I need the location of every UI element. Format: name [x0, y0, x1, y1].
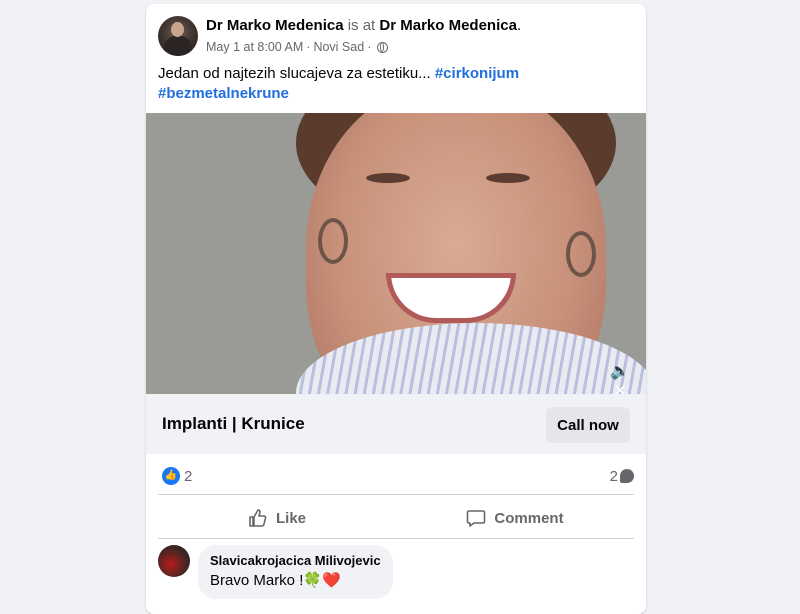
comment-bubble-icon — [620, 469, 634, 483]
cta-bar: Implanti | Krunice Call now — [146, 394, 646, 454]
comment-item: Slavicakrojacica Milivojevic Bravo Marko… — [158, 545, 634, 605]
heart-emoji: ❤️ — [322, 572, 341, 589]
period: . — [516, 17, 522, 34]
like-button[interactable]: Like — [158, 496, 396, 540]
action-bar: Like Comment — [158, 496, 634, 540]
meta-separator: · — [367, 40, 372, 54]
location-name[interactable]: Dr Marko Medenica — [379, 17, 517, 34]
hashtag-cirkonijum[interactable]: #cirkonijum — [435, 65, 519, 82]
post-place[interactable]: Novi Sad — [313, 40, 364, 54]
thumbs-up-icon — [249, 509, 267, 527]
globe-icon[interactable] — [377, 42, 389, 53]
comment-icon — [467, 510, 486, 527]
video-frame-earring — [318, 218, 348, 264]
divider — [158, 494, 634, 495]
at-text: is at — [347, 17, 376, 34]
like-label: Like — [275, 509, 306, 527]
comment-bubble: Slavicakrojacica Milivojevic Bravo Marko… — [198, 545, 393, 599]
meta-separator: · — [306, 40, 311, 54]
author-name[interactable]: Dr Marko Medenica — [206, 17, 344, 34]
post-card: Dr Marko Medenica is at Dr Marko Medenic… — [146, 4, 646, 614]
author-avatar[interactable] — [158, 16, 198, 56]
post-timestamp[interactable]: May 1 at 8:00 AM — [206, 40, 303, 54]
like-reaction-icon[interactable]: 👍 — [162, 467, 180, 485]
video-frame-eye — [366, 173, 410, 183]
video-frame-earring — [566, 231, 596, 277]
clover-emoji: 🍀 — [303, 572, 323, 589]
call-now-button[interactable]: Call now — [546, 407, 630, 443]
comment-text-line: Bravo Marko !🍀❤️ — [210, 571, 381, 591]
post-header: Dr Marko Medenica is at Dr Marko Medenic… — [158, 16, 634, 56]
comment-button[interactable]: Comment — [396, 496, 634, 540]
post-video[interactable]: 🔈✕ — [146, 113, 646, 394]
post-caption: Jedan od najtezih slucajeva za estetiku.… — [158, 64, 628, 104]
divider — [158, 538, 634, 539]
author-line: Dr Marko Medenica is at Dr Marko Medenic… — [206, 16, 521, 36]
commenter-name[interactable]: Slavicakrojacica Milivojevic — [210, 553, 381, 569]
hashtag-bezmetalnekrune[interactable]: #bezmetalnekrune — [158, 85, 289, 102]
comment-count[interactable]: 2 — [610, 468, 618, 485]
post-meta: May 1 at 8:00 AM · Novi Sad · — [206, 38, 389, 56]
cta-title: Implanti | Krunice — [162, 414, 305, 433]
speaker-muted-icon[interactable]: 🔈✕ — [608, 362, 632, 394]
caption-text: Jedan od najtezih slucajeva za estetiku.… — [158, 65, 431, 82]
reaction-summary: 👍 2 2 — [162, 467, 634, 487]
video-frame-eye — [486, 173, 530, 183]
reaction-count[interactable]: 2 — [184, 468, 192, 485]
comment-label: Comment — [494, 509, 564, 527]
comment-text: Bravo Marko ! — [210, 572, 304, 589]
commenter-avatar[interactable] — [158, 545, 190, 577]
